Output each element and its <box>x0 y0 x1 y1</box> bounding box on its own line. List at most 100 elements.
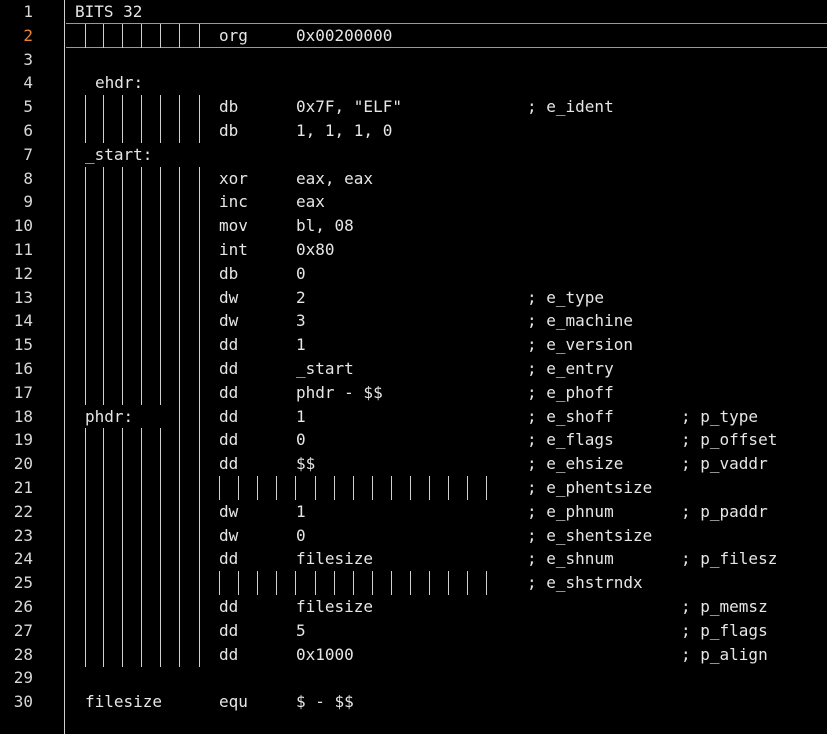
indent-guide <box>199 333 200 358</box>
mnemonic-text: dd <box>219 406 239 426</box>
comment-text: ; p_memsz <box>681 597 768 616</box>
code-line[interactable]: 30 filesize equ $ - $$ <box>0 690 827 714</box>
mnemonic-text: dd <box>219 644 239 664</box>
code-line[interactable]: 18 phdr: dd 1 ; e_shoff ; p_type <box>0 404 827 429</box>
indent-guide <box>103 95 104 120</box>
indent-guide <box>199 190 200 215</box>
code-editor[interactable]: 1 BITS 32 2 org 0x00200000 3 4 ehdr: 5 db 0x7F, "E… <box>0 0 827 734</box>
indent-guide <box>238 571 239 596</box>
line-number: 13 <box>13 287 33 307</box>
line-number: 28 <box>13 644 33 664</box>
line-number: 27 <box>13 620 33 640</box>
indent-guide <box>179 595 180 619</box>
indent-guide <box>85 333 86 358</box>
indent-guide <box>199 404 200 429</box>
code-line[interactable]: 27 dd 5 ; p_flags <box>0 618 827 643</box>
indent-guide <box>85 309 86 334</box>
code-line[interactable]: 17 dd phdr - $$ ; e_phoff <box>0 380 827 405</box>
code-line[interactable]: 7 _start: <box>0 143 827 167</box>
code-line[interactable]: 12 db 0 <box>0 261 827 286</box>
code-line[interactable]: 2 org 0x00200000 <box>0 23 827 48</box>
indent-guide <box>179 238 180 262</box>
indent-guide <box>85 523 86 548</box>
indent-guide <box>103 261 104 286</box>
code-line[interactable]: 21 ; e_phentsize <box>0 476 827 500</box>
indent-guide <box>141 547 142 572</box>
code-line[interactable]: 5 db 0x7F, "ELF" ; e_ident <box>0 95 827 120</box>
indent-guide <box>103 190 104 215</box>
indent-guide <box>295 476 296 500</box>
code-line[interactable]: 23 dw 0 ; e_shentsize <box>0 523 827 548</box>
indent-guide <box>160 214 161 239</box>
code-line[interactable]: 19 dd 0 ; e_flags ; p_offset <box>0 428 827 453</box>
indent-guide <box>122 547 123 572</box>
code-line[interactable]: 24 dd filesize ; e_shnum ; p_filesz <box>0 547 827 572</box>
mnemonic-text: dw <box>219 311 239 331</box>
indent-guide <box>179 333 180 358</box>
indent-guide <box>103 309 104 334</box>
indent-guide <box>199 357 200 381</box>
code-line[interactable]: 11 int 0x80 <box>0 238 827 262</box>
directive-text: BITS 32 <box>75 2 143 21</box>
line-number: 3 <box>23 49 33 69</box>
comment-text: ; p_align <box>681 644 768 664</box>
indent-guide <box>486 476 487 500</box>
indent-guide <box>160 333 161 358</box>
indent-guide <box>199 476 200 500</box>
indent-guide <box>141 476 142 500</box>
code-line[interactable]: 28 dd 0x1000 ; p_align <box>0 642 827 667</box>
code-line[interactable]: 26 dd filesize ; p_memsz <box>0 595 827 619</box>
mnemonic-text: mov <box>219 216 248 236</box>
indent-guide <box>315 571 316 596</box>
code-line[interactable]: 20 dd $$ ; e_ehsize ; p_vaddr <box>0 452 827 477</box>
code-line[interactable]: 13 dw 2 ; e_type <box>0 285 827 310</box>
indent-guide <box>467 571 468 596</box>
code-line[interactable]: 4 ehdr: <box>0 71 827 95</box>
indent-guide <box>141 261 142 286</box>
indent-guide <box>103 452 104 477</box>
indent-guide <box>199 238 200 262</box>
line-number: 7 <box>23 144 33 164</box>
indent-guide <box>103 642 104 667</box>
code-line[interactable]: 25 ; e_shstrndx <box>0 571 827 596</box>
code-line[interactable]: 22 dw 1 ; e_phnum ; p_paddr <box>0 499 827 524</box>
code-line[interactable]: 16 dd _start ; e_entry <box>0 357 827 381</box>
indent-guide <box>103 499 104 524</box>
indent-guide <box>295 571 296 596</box>
label-text: filesize <box>85 692 163 712</box>
indent-guide <box>85 618 86 643</box>
indent-guide <box>160 642 161 667</box>
code-line[interactable]: 8 xor eax, eax <box>0 166 827 191</box>
code-line[interactable]: 6 db 1, 1, 1, 0 <box>0 119 827 143</box>
mnemonic-text: dd <box>219 430 239 450</box>
indent-guide <box>122 23 123 48</box>
code-line[interactable]: 1 BITS 32 <box>0 0 827 24</box>
mnemonic-text: db <box>219 121 239 140</box>
indent-guide <box>179 285 180 310</box>
indent-guide <box>85 357 86 381</box>
code-line[interactable]: 15 dd 1 ; e_version <box>0 333 827 358</box>
indent-guide <box>160 547 161 572</box>
indent-guide <box>199 285 200 310</box>
code-line[interactable]: 14 dw 3 ; e_machine <box>0 309 827 334</box>
code-line[interactable]: 29 <box>0 666 827 690</box>
indent-guide <box>199 499 200 524</box>
code-line[interactable]: 9 inc eax <box>0 190 827 215</box>
indent-guide <box>429 476 430 500</box>
line-number: 8 <box>23 168 33 188</box>
code-line[interactable]: 10 mov bl, 08 <box>0 214 827 239</box>
indent-guide <box>467 476 468 500</box>
indent-guide <box>160 499 161 524</box>
indent-guide <box>179 380 180 405</box>
indent-guide <box>391 571 392 596</box>
code-line[interactable]: 3 <box>0 48 827 72</box>
comment-text: ; e_phoff <box>527 382 614 402</box>
indent-guide <box>372 571 373 596</box>
indent-guide <box>199 595 200 619</box>
indent-guide <box>122 571 123 596</box>
indent-guide <box>160 428 161 453</box>
operand-text: 1, 1, 1, 0 <box>296 121 393 140</box>
indent-guide <box>85 571 86 596</box>
indent-guide <box>85 285 86 310</box>
indent-guide <box>199 119 200 143</box>
